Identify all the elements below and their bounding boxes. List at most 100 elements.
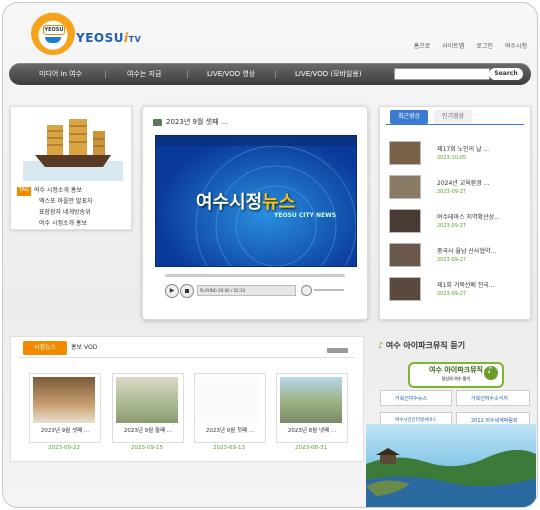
list-item[interactable]: 여수테마스 지역확산상... 2023-09-27	[389, 209, 524, 243]
video-thumbnail	[389, 141, 421, 165]
turtle-ship-image	[23, 119, 123, 181]
yeosu-logo[interactable]: YEOSU	[31, 11, 75, 55]
top-links: 홈으로 사이트맵 로그인 여수시청	[414, 41, 527, 50]
link-turtle-newsletter[interactable]: 거북선여수소식지	[456, 390, 530, 406]
left-menu-label: 여수 시정소개 홍보	[33, 187, 82, 194]
music-banner-label: 여수 아이파크뮤직	[429, 366, 483, 374]
video-screen[interactable]: 여수시정뉴스 YEOSU CITY NEWS	[155, 135, 357, 267]
news-date: 2023-09-13	[213, 445, 245, 451]
brand-tv: TV	[128, 35, 142, 44]
left-promo-panel: TAG 여수 시정소개 홍보 엑스포 마을안 발표자 표장장자 네게방송위 여수 …	[10, 106, 132, 230]
screen-subtitle: YEOSU CITY NEWS	[274, 212, 337, 219]
list-item[interactable]: 제17회 노인의 날 ... 2023-10-05	[389, 141, 524, 175]
news-card[interactable]: 2023년 8월 넷째 ...	[276, 373, 348, 443]
top-link-cityhall[interactable]: 여수시청	[505, 41, 527, 50]
left-menu-item[interactable]: TAG 여수 시정소개 홍보	[17, 185, 93, 196]
video-item-date: 2023-09-27	[437, 291, 467, 297]
list-item[interactable]: 2024년 교육환경 ... 2023-09-27	[389, 175, 524, 209]
video-item-title: 여수테마스 지역확산상...	[437, 214, 500, 221]
tab-promo-vod[interactable]: 홍보 VOD	[71, 341, 97, 355]
volume-slider[interactable]	[314, 289, 344, 291]
list-item[interactable]: 중국사 율남 산사협약... 2023-09-27	[389, 243, 524, 277]
news-card[interactable]: 2023년 9월 첫째 ...	[194, 373, 266, 443]
left-menu-label: 여수 시정소개 홍보	[39, 220, 87, 227]
news-date: 2023-09-22	[48, 445, 80, 451]
news-caption: 2023년 8월 넷째 ...	[287, 428, 337, 434]
coastline-graphic	[366, 448, 536, 507]
volume-icon[interactable]	[301, 285, 312, 296]
nav-item-now[interactable]: 여수는 지금	[127, 63, 161, 85]
music-note-icon: ♪	[378, 341, 384, 350]
news-thumbnail	[116, 377, 178, 423]
link-turtle-news[interactable]: 거북선여수뉴스	[380, 390, 452, 406]
tab-recent[interactable]: 최근영상	[390, 110, 428, 124]
video-thumbnail	[389, 243, 421, 267]
top-link-login[interactable]: 로그인	[476, 41, 493, 50]
list-item[interactable]: 제1회 거북선배 전국... 2023-09-27	[389, 277, 524, 311]
tab-city-news[interactable]: 시정뉴스	[23, 341, 67, 355]
nav-divider	[105, 70, 106, 78]
nav-divider	[187, 70, 188, 78]
news-thumbnail	[33, 377, 95, 423]
news-caption: 2023년 9월 첫째 ...	[205, 428, 255, 434]
video-item-title: 중국사 율남 산사협약...	[437, 248, 497, 255]
recent-videos-panel: 최근영상 인기영상 제17회 노인의 날 ... 2023-10-05 2024…	[379, 106, 531, 320]
news-date: 2023-08-31	[295, 445, 327, 451]
music-play-icon[interactable]	[484, 366, 498, 380]
divider	[19, 357, 355, 358]
left-menu-label: 엑스포 마을안 발표자	[39, 198, 93, 205]
news-card[interactable]: 2023년 9월 셋째 ...	[29, 373, 101, 443]
play-icon[interactable]: ▶	[165, 284, 179, 298]
news-date: 2023-09-15	[131, 445, 163, 451]
video-icon	[153, 118, 162, 126]
video-thumbnail	[389, 175, 421, 199]
search-button[interactable]: Search	[489, 68, 523, 80]
left-menu-label: 표장장자 네게방송위	[39, 209, 91, 216]
stop-icon[interactable]	[180, 284, 194, 298]
coastline-image	[366, 424, 536, 507]
music-title: ♪ 여수 아이파크뮤직 듣기	[378, 341, 466, 350]
video-item-title: 제1회 거북선배 전국...	[437, 282, 495, 289]
tab-underline	[386, 124, 524, 125]
video-title: 2023년 9월 셋째 ...	[166, 118, 228, 126]
main-nav: 미디어 in 여수 여수는 지금 LIVE/VOD 영상 LIVE/VOD (모…	[9, 63, 531, 85]
recent-video-list: 제17회 노인의 날 ... 2023-10-05 2024년 교육환경 ...…	[389, 141, 524, 311]
news-caption: 2023년 9월 셋째 ...	[40, 428, 90, 434]
video-item-date: 2023-09-27	[437, 223, 467, 229]
video-thumbnail	[389, 209, 421, 233]
news-card[interactable]: 2023년 9월 둘째 ...	[112, 373, 184, 443]
brand-title[interactable]: YEOSUiTV	[76, 31, 141, 45]
nav-item-live-vod-mobile[interactable]: LIVE/VOD (모바일용)	[295, 63, 362, 85]
video-item-title: 2024년 교육환경 ...	[437, 180, 490, 187]
left-menu-item[interactable]: 여수 시정소개 홍보	[17, 218, 93, 229]
left-menu-item[interactable]: 표장장자 네게방송위	[17, 207, 93, 218]
nav-item-media[interactable]: 미디어 in 여수	[39, 63, 82, 85]
tab-popular[interactable]: 인기영상	[434, 110, 472, 124]
video-thumbnail	[389, 277, 421, 301]
brand-name: YEOSU	[76, 31, 124, 45]
logo-badge: YEOSU	[43, 25, 65, 35]
seek-bar[interactable]	[165, 274, 345, 277]
video-title-row: 2023년 9월 셋째 ...	[153, 117, 227, 127]
video-player-panel: 2023년 9월 셋째 ... 여수시정뉴스 YEOSU CITY NEWS ▶…	[142, 106, 368, 320]
news-thumbnail	[198, 377, 260, 423]
left-menu: TAG 여수 시정소개 홍보 엑스포 마을안 발표자 표장장자 네게방송위 여수 …	[17, 185, 93, 229]
left-menu-item[interactable]: 엑스포 마을안 발표자	[17, 196, 93, 207]
top-link-sitemap[interactable]: 사이트맵	[442, 41, 464, 50]
page-frame: YEOSU YEOSUiTV 홈으로 사이트맵 로그인 여수시청 미디어 in …	[2, 2, 538, 508]
nav-divider	[275, 70, 276, 78]
player-controls: ▶ PLAYING 00:00 / 02:34	[155, 271, 355, 301]
video-item-date: 2023-10-05	[437, 155, 467, 161]
video-item-title: 제17회 노인의 날 ...	[437, 146, 490, 153]
news-thumbnail	[280, 377, 342, 423]
more-button[interactable]	[327, 348, 348, 353]
video-item-date: 2023-09-27	[437, 189, 467, 195]
search-input[interactable]	[394, 68, 490, 80]
nav-item-live-vod[interactable]: LIVE/VOD 영상	[207, 63, 255, 85]
tag-badge: TAG	[17, 187, 31, 196]
news-caption: 2023년 9월 둘째 ...	[123, 428, 173, 434]
screen-title: 여수시정뉴스	[196, 192, 296, 213]
top-link-home[interactable]: 홈으로	[414, 41, 431, 50]
music-panel: ♪ 여수 아이파크뮤직 듣기 여수 아이파크뮤직 당신의 여수 듣기 거북선여수…	[366, 336, 536, 507]
player-status: PLAYING 00:00 / 02:34	[197, 285, 296, 296]
